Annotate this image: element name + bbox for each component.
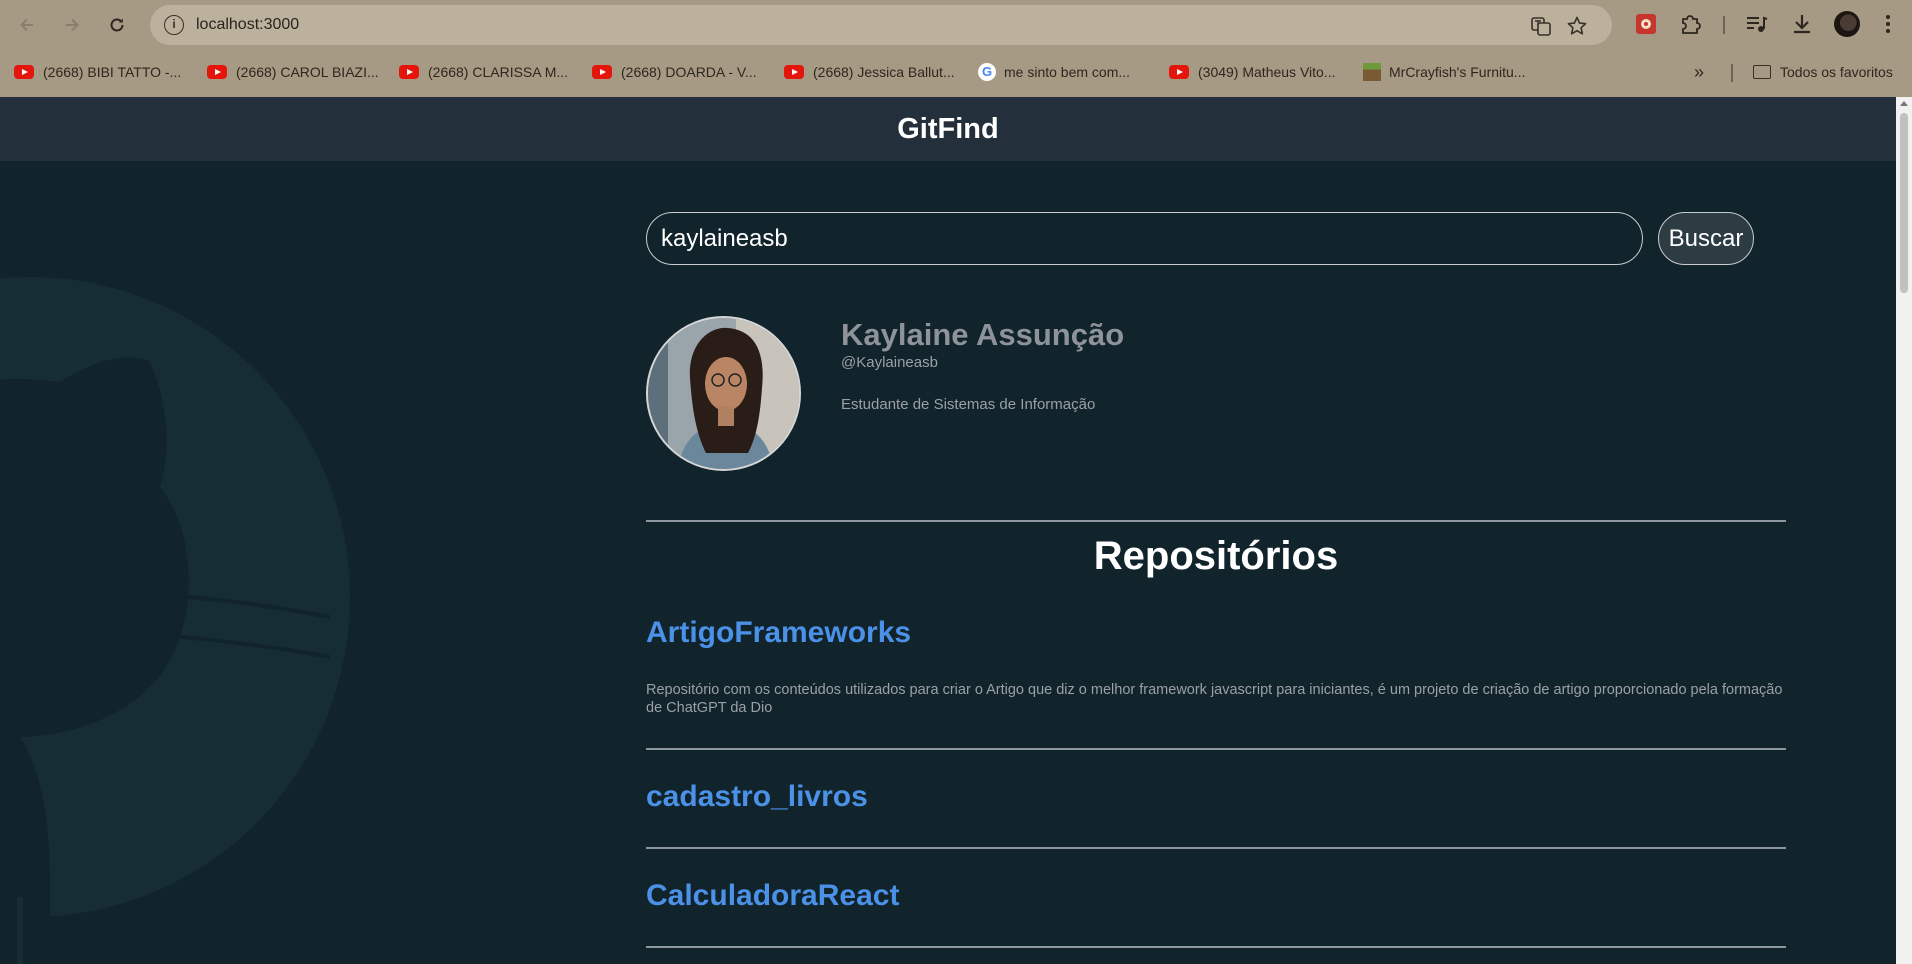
profile-login: @Kaylaineasb	[841, 354, 938, 371]
download-icon[interactable]	[1790, 12, 1814, 36]
profile-avatar[interactable]	[1834, 11, 1860, 37]
profile-avatar-photo	[646, 316, 801, 471]
page-scrollbar[interactable]	[1896, 97, 1912, 964]
bookmark-item[interactable]: (3049) Matheus Vito...	[1169, 61, 1335, 83]
bookmark-star-icon[interactable]	[1566, 15, 1588, 37]
bookmark-item[interactable]: MrCrayfish's Furnitu...	[1363, 61, 1525, 83]
address-url[interactable]: localhost:3000	[196, 16, 299, 34]
bookmark-item[interactable]: (2668) Jessica Ballut...	[784, 61, 955, 83]
page: GitFind Buscar Kaylaine Assunção @Kaylai…	[0, 97, 1896, 964]
folder-icon	[1753, 65, 1771, 79]
reload-button[interactable]	[102, 10, 132, 40]
bookmark-item[interactable]: Gme sinto bem com...	[978, 61, 1130, 83]
repo-divider	[646, 946, 1786, 948]
more-bookmarks-chevron-icon[interactable]: »	[1694, 61, 1704, 83]
media-controls-icon[interactable]	[1744, 12, 1768, 36]
forward-button[interactable]	[57, 10, 87, 40]
extension-app-icon[interactable]	[1634, 12, 1658, 36]
repo-link-cadastro-livros[interactable]: cadastro_livros	[646, 780, 868, 814]
scroll-up-arrow-icon[interactable]	[1900, 101, 1908, 106]
repo-link-artigoframeworks[interactable]: ArtigoFrameworks	[646, 616, 911, 650]
youtube-icon	[207, 65, 227, 79]
back-button[interactable]	[12, 10, 42, 40]
app-header: GitFind	[0, 97, 1896, 161]
scrollbar-thumb[interactable]	[1900, 113, 1908, 293]
reload-icon	[110, 18, 124, 32]
toolbar-separator	[1723, 16, 1725, 34]
minecraft-icon	[1363, 63, 1381, 81]
menu-kebab-icon[interactable]	[1876, 12, 1900, 36]
all-bookmarks-folder[interactable]: Todos os favoritos	[1753, 61, 1893, 83]
user-photo-icon	[648, 318, 799, 469]
forward-arrow-icon	[66, 18, 79, 32]
youtube-icon	[399, 65, 419, 79]
search-button[interactable]: Buscar	[1658, 212, 1754, 265]
repo-divider	[646, 748, 1786, 750]
translate-icon[interactable]	[1530, 15, 1552, 37]
repositories-title: Repositórios	[1093, 534, 1339, 578]
bookmarks-bar: (2668) BIBI TATTO -... (2668) CAROL BIAZ…	[0, 57, 1912, 87]
bookmarks-separator	[1731, 64, 1733, 82]
browser-chrome: i localhost:3000 (2668) BIBI TATTO -... …	[0, 0, 1912, 97]
bookmark-item[interactable]: (2668) CLARISSA M...	[399, 61, 568, 83]
bookmark-item[interactable]: (2668) CAROL BIAZI...	[207, 61, 379, 83]
extensions-puzzle-icon[interactable]	[1678, 12, 1702, 36]
profile-name: Kaylaine Assunção	[841, 317, 1125, 352]
bookmark-item[interactable]: (2668) BIBI TATTO -...	[14, 61, 181, 83]
section-divider	[646, 520, 1786, 522]
profile-bio: Estudante de Sistemas de Informação	[841, 396, 1096, 413]
bookmark-item[interactable]: (2668) DOARDA - V...	[592, 61, 757, 83]
address-bar[interactable]: i localhost:3000	[150, 5, 1612, 45]
youtube-icon	[784, 65, 804, 79]
app-title: GitFind	[897, 113, 999, 145]
back-arrow-icon	[20, 18, 33, 32]
youtube-icon	[14, 65, 34, 79]
youtube-icon	[1169, 65, 1189, 79]
search-input[interactable]	[646, 212, 1643, 265]
repo-divider	[646, 847, 1786, 849]
site-info-icon[interactable]: i	[164, 15, 184, 35]
google-icon: G	[978, 63, 996, 81]
youtube-icon	[592, 65, 612, 79]
github-octocat-background-icon	[0, 277, 350, 964]
repo-link-calculadorareact[interactable]: CalculadoraReact	[646, 879, 899, 913]
repo-description: Repositório com os conteúdos utilizados …	[646, 682, 1783, 716]
